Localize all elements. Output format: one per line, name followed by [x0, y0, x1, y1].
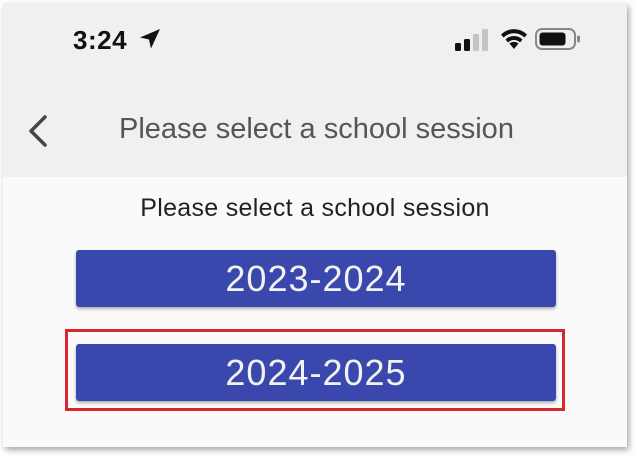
location-arrow-icon: [140, 29, 160, 49]
session-prompt: Please select a school session: [140, 194, 490, 222]
navigation-bar: Please select a school session: [3, 83, 627, 177]
page-title: Please select a school session: [119, 113, 514, 145]
status-bar: 3:24: [3, 3, 627, 83]
highlight-annotation-box: [65, 329, 565, 411]
wifi-icon: [501, 29, 527, 49]
session-button-2023-2024[interactable]: 2023-2024: [76, 250, 556, 307]
back-chevron-icon[interactable]: [19, 109, 59, 153]
session-selection-content: Please select a school session 2023-2024…: [3, 177, 627, 447]
phone-screen: 3:24 Please select a school session Plea…: [3, 3, 627, 447]
battery-icon: [535, 28, 580, 50]
status-time: 3:24: [73, 25, 128, 55]
cellular-signal-icon: [455, 29, 488, 51]
